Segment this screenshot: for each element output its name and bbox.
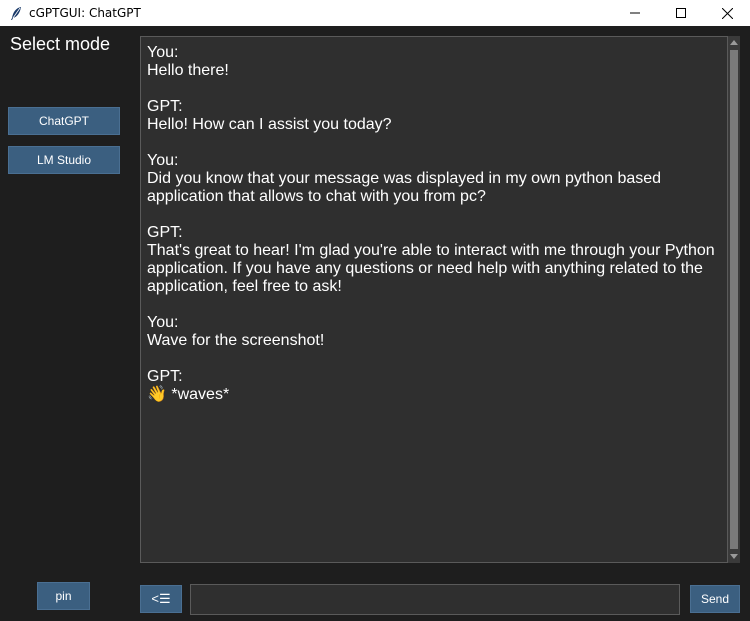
message-sender: GPT:	[147, 98, 183, 115]
message-text: Wave for the screenshot!	[147, 332, 325, 349]
maximize-icon	[676, 8, 686, 18]
chat-message: GPT: Hello! How can I assist you today?	[147, 98, 721, 134]
chat-message: You: Hello there!	[147, 44, 721, 80]
chat-message: You: Did you know that your message was d…	[147, 152, 721, 206]
scroll-down-icon[interactable]	[730, 552, 738, 560]
pin-button[interactable]: pin	[37, 582, 90, 610]
chat-scrollbar[interactable]	[728, 36, 740, 563]
message-text: Hello there!	[147, 62, 229, 79]
window-title: cGPTGUI: ChatGPT	[29, 6, 141, 20]
message-input[interactable]	[190, 584, 680, 615]
select-mode-heading: Select mode	[10, 34, 111, 54]
message-sender: You:	[147, 44, 179, 61]
message-sender: GPT:	[147, 368, 183, 385]
chatgpt-mode-button[interactable]: ChatGPT	[8, 107, 120, 135]
message-sender: You:	[147, 314, 179, 331]
chat-message: GPT: That's great to hear! I'm glad you'r…	[147, 224, 721, 296]
scroll-thumb[interactable]	[730, 50, 738, 549]
chat-message: GPT: 👋 *waves*	[147, 368, 721, 404]
title-bar: cGPTGUI: ChatGPT	[0, 0, 750, 26]
lm-studio-mode-button[interactable]: LM Studio	[8, 146, 120, 174]
menu-toggle-button[interactable]: <☰	[140, 585, 182, 613]
message-text: Did you know that your message was displ…	[147, 170, 662, 205]
minimize-icon	[630, 12, 640, 14]
send-button[interactable]: Send	[690, 585, 740, 613]
maximize-button[interactable]	[658, 0, 704, 26]
chat-message: You: Wave for the screenshot!	[147, 314, 721, 350]
message-sender: You:	[147, 152, 179, 169]
feather-icon	[11, 7, 21, 20]
chat-history[interactable]: You: Hello there! GPT: Hello! How can I ass…	[140, 36, 728, 563]
close-button[interactable]	[704, 0, 750, 26]
message-sender: GPT:	[147, 224, 183, 241]
message-text: 👋 *waves*	[147, 386, 230, 403]
minimize-button[interactable]	[612, 0, 658, 26]
scroll-up-icon[interactable]	[730, 39, 738, 47]
message-text: That's great to hear! I'm glad you're ab…	[147, 242, 715, 295]
close-icon	[721, 7, 733, 19]
message-text: Hello! How can I assist you today?	[147, 116, 392, 133]
